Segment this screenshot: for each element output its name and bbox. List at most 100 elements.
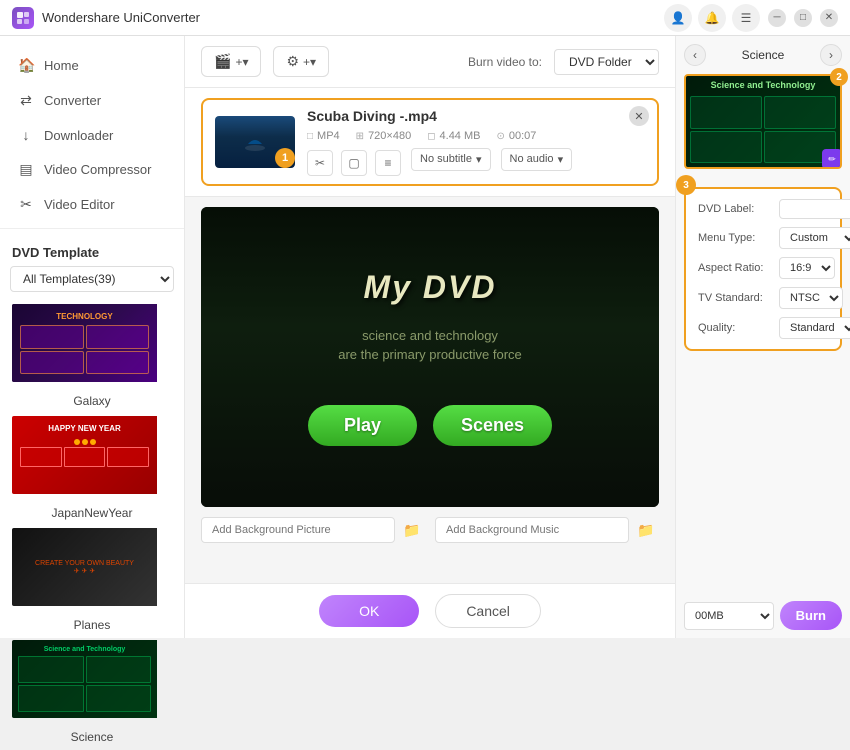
preview-scenes-button[interactable]: Scenes <box>433 405 552 446</box>
app-logo <box>12 7 34 29</box>
template-cell-1 <box>690 96 762 129</box>
bg-picture-folder-button[interactable]: 📁 <box>399 517 425 543</box>
dvd-template-header: DVD Template <box>0 235 184 266</box>
file-badge: 1 <box>275 148 295 168</box>
dvd-settings-panel: DVD Label: Menu Type: Custom Standard No… <box>684 187 842 351</box>
maximize-button[interactable]: □ <box>794 9 812 27</box>
dvd-thumb-galaxy-label: Galaxy <box>0 392 184 414</box>
toolbar: 🎬 +▾ ⚙ +▾ Burn video to: DVD Folder <box>185 36 675 88</box>
ok-button[interactable]: OK <box>319 595 419 627</box>
minimize-button[interactable]: ─ <box>768 9 786 27</box>
clip-button[interactable]: ▢ <box>341 150 367 176</box>
preview-play-button[interactable]: Play <box>308 405 417 446</box>
template-next-button[interactable]: › <box>820 44 842 66</box>
tv-standard-select[interactable]: NTSC PAL <box>779 287 843 309</box>
burn-button[interactable]: Burn <box>780 601 842 630</box>
bottom-inputs: 📁 📁 <box>201 517 659 543</box>
template-nav: ‹ Science › <box>684 44 842 66</box>
file-size-value: 4.44 MB <box>440 130 481 142</box>
sidebar-item-home[interactable]: 🏠 Home <box>0 48 184 83</box>
dvd-thumb-planes[interactable]: CREATE YOUR OWN BEAUTY✈ ✈ ✈ <box>10 526 174 608</box>
notification-icon[interactable]: 🔔 <box>698 4 726 32</box>
dvd-thumb-science[interactable]: Science and Technology <box>10 638 174 720</box>
template-cell-3 <box>690 131 762 164</box>
sidebar-item-video-editor[interactable]: ✂ Video Editor <box>0 187 184 222</box>
bg-music-input[interactable] <box>435 517 629 543</box>
menu-type-select[interactable]: Custom Standard None <box>779 227 850 249</box>
template-prev-button[interactable]: ‹ <box>684 44 706 66</box>
file-resolution: ⊞ 720×480 <box>356 130 412 142</box>
user-icon[interactable]: 👤 <box>664 4 692 32</box>
quality-select[interactable]: Standard High Low <box>779 317 850 339</box>
dvd-thumb-japan[interactable]: HAPPY NEW YEAR <box>10 414 174 496</box>
bg-picture-input[interactable] <box>201 517 395 543</box>
template-cell-2 <box>764 96 836 129</box>
close-button[interactable]: ✕ <box>820 9 838 27</box>
dvd-thumb-japan-label: JapanNewYear <box>0 504 184 526</box>
titlebar-actions: 👤 🔔 ☰ ─ □ ✕ <box>664 4 838 32</box>
app-title: Wondershare UniConverter <box>42 10 664 25</box>
sidebar-item-downloader[interactable]: ↓ Downloader <box>0 118 184 152</box>
bg-music-folder-button[interactable]: 📁 <box>633 517 659 543</box>
bottom-bar: OK Cancel <box>185 583 675 638</box>
aspect-ratio-select[interactable]: 16:9 4:3 <box>779 257 835 279</box>
add-menu-button[interactable]: ⚙ +▾ <box>273 46 329 77</box>
dvd-thumb-science-label: Science <box>0 728 184 750</box>
preview-title: My DVD <box>364 269 497 306</box>
audio-select[interactable]: No audio ▾ <box>501 148 573 171</box>
file-controls: ✂ ▢ ≡ No subtitle ▾ No audio ▾ <box>307 142 645 176</box>
file-resolution-value: 720×480 <box>368 130 411 142</box>
burn-area: 00MB Burn <box>684 593 842 630</box>
cancel-button[interactable]: Cancel <box>435 594 541 628</box>
add-menu-icon: ⚙ <box>286 53 299 70</box>
file-name: Scuba Diving -.mp4 <box>307 108 645 124</box>
main-layout: 🏠 Home ⇄ Converter ↓ Downloader ▤ Video … <box>0 36 850 638</box>
quality-row: Quality: Standard High Low <box>698 317 828 339</box>
add-menu-label: +▾ <box>303 55 316 69</box>
dvd-label-input[interactable] <box>779 199 850 219</box>
dvd-thumb-planes-label: Planes <box>0 616 184 638</box>
sidebar-converter-label: Converter <box>44 93 101 108</box>
sidebar-item-video-compressor[interactable]: ▤ Video Compressor <box>0 152 184 187</box>
dvd-thumb-galaxy[interactable]: TECHNOLOGY <box>10 302 174 384</box>
add-media-button[interactable]: 🎬 +▾ <box>201 46 261 77</box>
dvd-label-label: DVD Label: <box>698 203 773 215</box>
file-size: ◻ 4.44 MB <box>427 130 480 142</box>
menu-button[interactable]: ≡ <box>375 150 401 176</box>
preview-buttons: Play Scenes <box>308 405 552 446</box>
file-info: Scuba Diving -.mp4 □ MP4 ⊞ 720×480 ◻ 4.4 <box>307 108 645 176</box>
sidebar: 🏠 Home ⇄ Converter ↓ Downloader ▤ Video … <box>0 36 185 638</box>
file-format: □ MP4 <box>307 130 340 142</box>
compressor-icon: ▤ <box>18 161 34 178</box>
template-badge-2: 2 <box>830 68 848 86</box>
dvd-label-row: DVD Label: <box>698 199 828 219</box>
template-edit-button[interactable]: ✏ <box>822 149 842 169</box>
audio-chevron: ▾ <box>558 153 564 166</box>
bg-music-wrap: 📁 <box>435 517 659 543</box>
menu-type-row: Menu Type: Custom Standard None <box>698 227 828 249</box>
tv-standard-label: TV Standard: <box>698 292 773 304</box>
cut-button[interactable]: ✂ <box>307 150 333 176</box>
sidebar-downloader-label: Downloader <box>44 128 113 143</box>
file-duration-value: 00:07 <box>509 130 537 142</box>
bg-picture-wrap: 📁 <box>201 517 425 543</box>
preview-subtitle: science and technology are the primary p… <box>338 326 522 365</box>
template-nav-label: Science <box>742 48 785 62</box>
file-close-button[interactable]: ✕ <box>629 106 649 126</box>
dvd-template-select[interactable]: All Templates(39) <box>10 266 174 292</box>
subtitle-select[interactable]: No subtitle ▾ <box>411 148 491 171</box>
aspect-ratio-label: Aspect Ratio: <box>698 262 773 274</box>
format-icon: □ <box>307 131 313 142</box>
duration-icon: ⊙ <box>496 131 504 142</box>
burn-to-select[interactable]: DVD Folder <box>554 49 659 75</box>
capacity-select[interactable]: 00MB <box>684 602 774 630</box>
sidebar-home-label: Home <box>44 58 79 73</box>
template-preview-title: Science and Technology <box>686 80 840 90</box>
subtitle-chevron: ▾ <box>476 153 482 166</box>
add-media-label: +▾ <box>235 55 248 69</box>
burn-to-label: Burn video to: <box>468 55 542 69</box>
resolution-icon: ⊞ <box>356 131 364 142</box>
sidebar-compressor-label: Video Compressor <box>44 162 151 177</box>
menu-icon[interactable]: ☰ <box>732 4 760 32</box>
sidebar-item-converter[interactable]: ⇄ Converter <box>0 83 184 118</box>
